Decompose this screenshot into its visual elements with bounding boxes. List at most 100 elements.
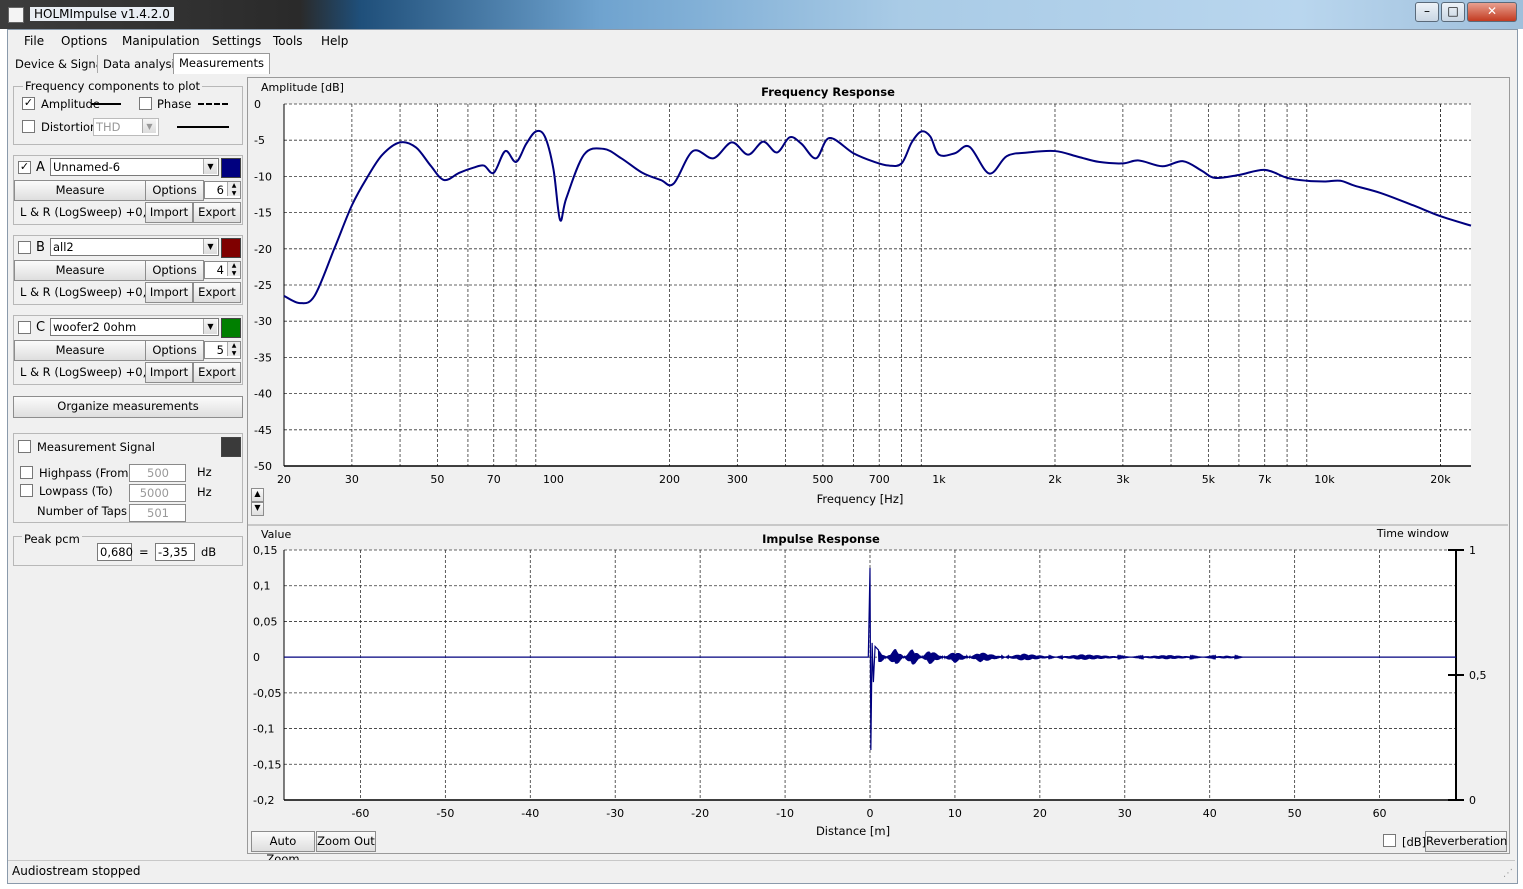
chevron-down-icon[interactable]: ▼ (142, 119, 156, 133)
x-axis-label: Frequency [Hz] (817, 492, 904, 506)
resize-grip-icon[interactable]: ⋰ (1503, 868, 1513, 879)
measurement-c-name-value: woofer2 0ohm (53, 320, 137, 334)
peak-db-field: -3,35 (155, 543, 195, 561)
lowpass-checkbox[interactable] (20, 484, 33, 497)
chart-title: Impulse Response (762, 532, 880, 546)
spin-arrows-icon[interactable]: ▲ ▼ (227, 182, 240, 197)
x-tick-label: -10 (776, 807, 794, 820)
chevron-down-icon[interactable]: ▼ (203, 159, 217, 174)
spin-arrows-icon[interactable]: ▲ ▼ (227, 342, 240, 357)
measurement-a-letter: A (36, 160, 45, 175)
maximize-button[interactable]: □ (1441, 2, 1465, 22)
db-checkbox[interactable] (1383, 834, 1396, 847)
measurement-c-checkbox[interactable] (18, 321, 31, 334)
import-a-button[interactable]: Import (145, 202, 193, 223)
options-b-button[interactable]: Options (145, 260, 204, 281)
measure-b-button[interactable]: Measure (14, 260, 146, 281)
x-tick-label: 200 (659, 473, 680, 486)
measurement-a-checkbox[interactable]: ✓ (18, 161, 31, 174)
x-tick-label: 7k (1258, 473, 1272, 486)
chevron-down-icon[interactable]: ▼ (203, 319, 217, 334)
import-b-button[interactable]: Import (145, 282, 193, 303)
lowpass-unit: Hz (197, 485, 212, 499)
measurement-c-color[interactable] (221, 318, 241, 338)
measure-a-button[interactable]: Measure (14, 180, 146, 201)
x-tick-label: 3k (1116, 473, 1130, 486)
y-tick-label: -40 (254, 388, 272, 401)
measurement-signal-color[interactable] (221, 437, 241, 457)
measurement-a-color[interactable] (221, 158, 241, 178)
measurement-c-letter: C (36, 320, 46, 335)
minimize-button[interactable]: – (1415, 2, 1439, 22)
y-tick-label: -35 (254, 351, 272, 364)
tab-measurements[interactable]: Measurements (173, 53, 270, 74)
highpass-input[interactable]: 500 (129, 464, 186, 482)
x-tick-label: 500 (812, 473, 833, 486)
menu-tools[interactable]: Tools (273, 34, 303, 48)
measurement-b-color[interactable] (221, 238, 241, 258)
chevron-down-icon[interactable]: ▼ (203, 239, 217, 254)
distortion-label: Distortion (41, 120, 98, 134)
highpass-unit: Hz (197, 465, 212, 479)
y-tick-label: 0 (254, 98, 261, 111)
amplitude-checkbox[interactable]: ✓ (22, 97, 35, 110)
measurement-b-name-value: all2 (53, 240, 74, 254)
close-button[interactable]: ✕ (1467, 2, 1517, 22)
highpass-checkbox[interactable] (20, 466, 33, 479)
lowpass-input[interactable]: 5000 (129, 484, 186, 502)
measurement-b-name[interactable]: all2 (50, 238, 219, 256)
y-tick-label: -50 (254, 460, 272, 473)
app-icon (8, 7, 24, 23)
measurement-c-name[interactable]: woofer2 0ohm (50, 318, 219, 336)
highpass-label: Highpass (From) (39, 466, 133, 480)
menu-settings[interactable]: Settings (212, 34, 261, 48)
x-tick-label: 40 (1203, 807, 1217, 820)
time-window-tick-label: 1 (1469, 544, 1476, 557)
time-window-tick-label: 0,5 (1469, 669, 1487, 682)
x-tick-label: 300 (727, 473, 748, 486)
reverberation-button[interactable]: Reverberation (1425, 831, 1507, 852)
status-text: Audiostream stopped (12, 864, 141, 878)
export-a-button[interactable]: Export (193, 202, 241, 223)
measurement-b-spin-value: 4 (216, 263, 224, 277)
spin-arrows-icon[interactable]: ▲ ▼ (227, 262, 240, 277)
distortion-checkbox[interactable] (22, 120, 35, 133)
scroll-down-icon[interactable]: ▼ (251, 502, 264, 516)
x-tick-label: 5k (1202, 473, 1216, 486)
auto-zoom-button[interactable]: Auto Zoom (251, 831, 315, 866)
measurement-b-checkbox[interactable] (18, 241, 31, 254)
tab-device-signal[interactable]: Device & Signal (10, 55, 111, 73)
y-tick-label: -15 (254, 207, 272, 220)
measurement-signal-checkbox[interactable] (18, 440, 31, 453)
organize-measurements-button[interactable]: Organize measurements (13, 396, 243, 418)
x-tick-label: -50 (436, 807, 454, 820)
scroll-up-icon[interactable]: ▲ (251, 488, 264, 502)
export-c-button[interactable]: Export (193, 362, 241, 383)
chart-title: Frequency Response (761, 85, 895, 99)
menu-manipulation[interactable]: Manipulation (122, 34, 200, 48)
x-tick-label: 100 (543, 473, 564, 486)
phase-checkbox[interactable] (139, 97, 152, 110)
options-c-button[interactable]: Options (145, 340, 204, 361)
taps-input[interactable]: 501 (129, 504, 186, 522)
peak-equals: = (139, 545, 149, 559)
measure-c-button[interactable]: Measure (14, 340, 146, 361)
x-tick-label: 20 (1033, 807, 1047, 820)
y-axis-label: Value (261, 528, 291, 541)
export-b-button[interactable]: Export (193, 282, 241, 303)
measurement-a-name[interactable]: Unnamed-6 (50, 158, 219, 176)
zoom-out-button[interactable]: Zoom Out (316, 831, 376, 852)
x-tick-label: -30 (606, 807, 624, 820)
y-tick-label: 0,15 (253, 544, 278, 557)
x-tick-label: 2k (1048, 473, 1062, 486)
y-tick-label: -5 (254, 134, 265, 147)
lowpass-label: Lowpass (To) (39, 484, 113, 498)
y-tick-label: -20 (254, 243, 272, 256)
menu-options[interactable]: Options (61, 34, 107, 48)
menu-help[interactable]: Help (321, 34, 348, 48)
options-a-button[interactable]: Options (145, 180, 204, 201)
import-c-button[interactable]: Import (145, 362, 193, 383)
time-window-label: Time window (1376, 527, 1449, 540)
x-tick-label: 60 (1373, 807, 1387, 820)
menu-file[interactable]: File (24, 34, 44, 48)
